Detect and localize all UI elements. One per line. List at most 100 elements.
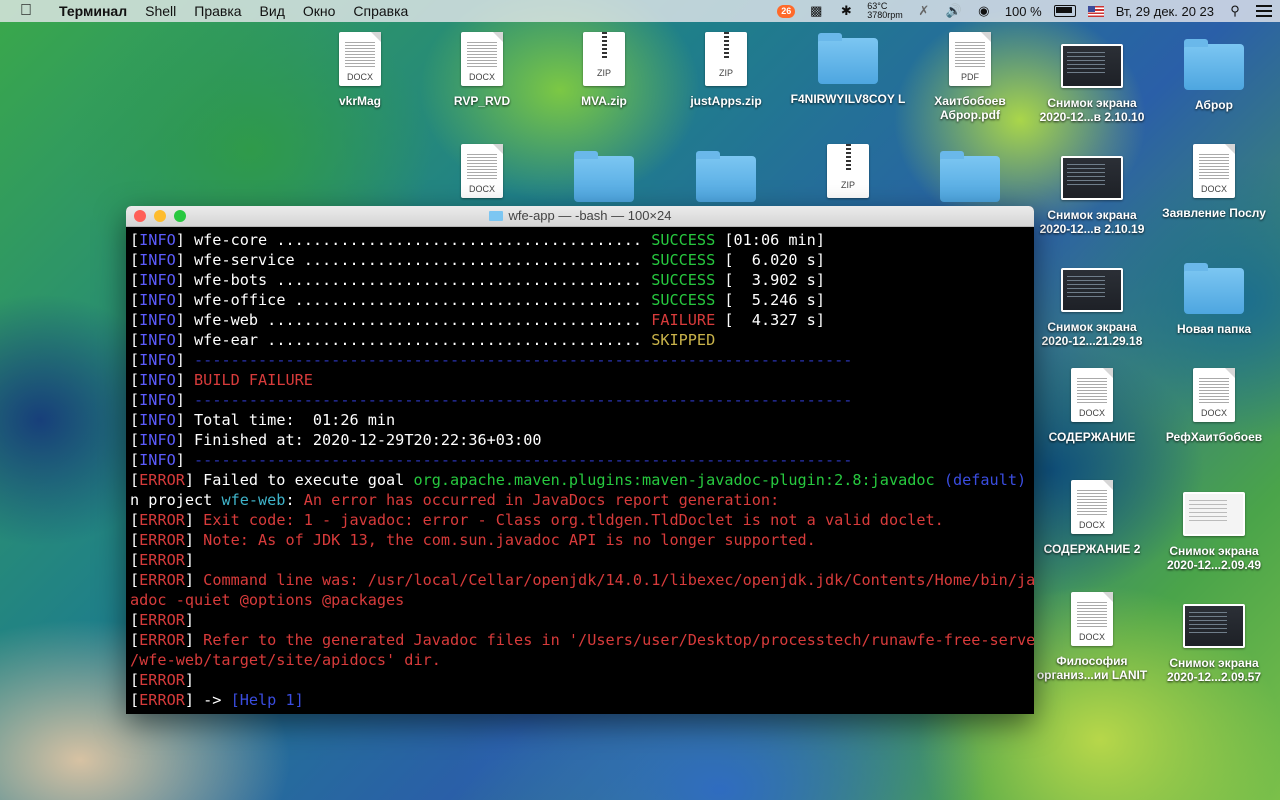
desktop-icon-file[interactable]: DOCX РефХаитбобоев (1154, 368, 1274, 444)
terminal-text-segment: SUCCESS (651, 231, 716, 249)
desktop-icon-folder[interactable] (910, 150, 1030, 210)
wifi-icon[interactable]: ◉ (975, 3, 993, 18)
message-icon[interactable]: ▩ (807, 3, 825, 18)
terminal-text-segment: INFO (139, 271, 176, 289)
minimize-window-button[interactable] (154, 210, 166, 222)
desktop-icon-file[interactable]: DOCX RVP_RVD (422, 32, 542, 108)
pdf-file-icon: PDF (949, 32, 991, 86)
desktop-icon-screenshot[interactable]: Снимок экрана 2020-12...2.09.49 (1154, 486, 1274, 572)
desktop-icon-file[interactable]: ZIP justApps.zip (666, 32, 786, 108)
terminal-text-segment: INFO (139, 391, 176, 409)
desktop-icon-folder[interactable]: Новая папка (1154, 262, 1274, 336)
terminal-window[interactable]: wfe-app — -bash — 100×24 [INFO] wfe-core… (126, 206, 1034, 714)
zoom-window-button[interactable] (174, 210, 186, 222)
desktop-icon-label: Философия организ...ии LANIT (1036, 654, 1148, 682)
desktop-icon-label: Снимок экрана 2020-12...2.09.57 (1166, 656, 1262, 684)
terminal-line: [ERROR] Refer to the generated Javadoc f… (130, 630, 1034, 650)
menu-view[interactable]: Вид (251, 0, 294, 22)
terminal-text-segment: ] -> (184, 691, 231, 709)
terminal-text-segment: Note: As of JDK 13, the com.sun.javadoc … (203, 531, 816, 549)
desktop-icon-screenshot[interactable]: Снимок экрана 2020-12...в 2.10.10 (1032, 38, 1152, 124)
apple-icon[interactable]:  (20, 3, 36, 19)
docx-file-icon: DOCX (1071, 368, 1113, 422)
desktop-icon-label: Снимок экрана 2020-12...в 2.10.10 (1039, 96, 1145, 124)
desktop-icon-file[interactable]: DOCX Философия организ...ии LANIT (1032, 592, 1152, 682)
terminal-text-segment: o (1026, 471, 1034, 489)
desktop-icon-screenshot[interactable]: Снимок экрана 2020-12...в 2.10.19 (1032, 150, 1152, 236)
terminal-text-segment: [Help 1] (230, 691, 304, 709)
terminal-title: wfe-app — -bash — 100×24 (508, 208, 672, 223)
desktop-icon-file[interactable]: DOCX СОДЕРЖАНИЕ (1032, 368, 1152, 444)
menu-terminal[interactable]: Терминал (50, 0, 136, 22)
terminal-text-segment: ] wfe-ear ..............................… (175, 331, 652, 349)
menubar-clock[interactable]: Вт, 29 дек. 20 23 (1116, 4, 1214, 19)
docx-file-icon: DOCX (461, 32, 503, 86)
terminal-text-segment: SUCCESS (651, 291, 716, 309)
notification-center-icon[interactable] (1256, 5, 1272, 17)
screenshot-thumbnail-icon (1061, 44, 1123, 88)
terminal-text-segment: ] wfe-web ..............................… (175, 311, 652, 329)
terminal-text-segment: [ (130, 331, 140, 349)
terminal-text-segment: [01:06 min] (715, 231, 825, 249)
terminal-text-segment: ] (175, 371, 195, 389)
terminal-line: [ERROR] Exit code: 1 - javadoc: error - … (130, 510, 1030, 530)
menu-edit[interactable]: Правка (185, 0, 250, 22)
spotlight-search-icon[interactable]: ⚲ (1226, 3, 1244, 18)
notification-badge[interactable]: 26 (777, 4, 796, 18)
temperature-readout[interactable]: 63°C 3780rpm (867, 2, 903, 20)
terminal-titlebar[interactable]: wfe-app — -bash — 100×24 (126, 206, 1034, 227)
desktop-icon-folder[interactable]: Аброр (1154, 38, 1274, 112)
desktop-icon-folder[interactable]: F4NIRWYILV8COY L (788, 32, 908, 106)
desktop-icon-label: vkrMag (338, 94, 382, 108)
terminal-output[interactable]: [INFO] wfe-core ........................… (126, 227, 1034, 710)
menu-window[interactable]: Окно (294, 0, 345, 22)
close-window-button[interactable] (134, 210, 146, 222)
screenshot-thumbnail-icon (1061, 156, 1123, 200)
terminal-text-segment: ] wfe-service ..........................… (175, 251, 652, 269)
desktop-icon-file[interactable]: ZIP (788, 144, 908, 206)
battery-icon[interactable] (1053, 5, 1076, 17)
desktop-icon-label: РефХаитбобоев (1165, 430, 1263, 444)
terminal-text-segment: [ (130, 631, 140, 649)
terminal-text-segment: ----------------------------------------… (194, 451, 853, 469)
terminal-line: /wfe-web/target/site/apidocs' dir. (130, 650, 1030, 670)
terminal-text-segment: ERROR (139, 631, 185, 649)
terminal-text-segment: adoc -quiet @options @packages (130, 591, 405, 609)
terminal-text-segment: INFO (139, 431, 176, 449)
terminal-text-segment: org.apache.maven.plugins:maven-javadoc-p… (413, 471, 935, 489)
terminal-text-segment: [ (130, 311, 140, 329)
desktop-icon-screenshot[interactable]: Снимок экрана 2020-12...2.09.57 (1154, 598, 1274, 684)
terminal-text-segment: ] Failed to execute goal (184, 471, 414, 489)
bluetooth-icon[interactable]: ✗ (915, 3, 933, 18)
desktop-icon-file[interactable]: DOCX СОДЕРЖАНИЕ 2 (1032, 480, 1152, 556)
terminal-text-segment: [ (130, 511, 140, 529)
desktop-icon-file[interactable]: DOCX (422, 144, 542, 206)
desktop-icon-file[interactable]: ZIP MVA.zip (544, 32, 664, 108)
desktop-icon-screenshot[interactable]: Снимок экрана 2020-12...21.29.18 (1032, 262, 1152, 348)
fan-speed-value: 3780rpm (867, 10, 903, 20)
terminal-text-segment: INFO (139, 251, 176, 269)
input-source-flag-icon[interactable] (1087, 5, 1104, 17)
desktop-icon-folder[interactable] (666, 150, 786, 210)
terminal-text-segment: ERROR (139, 531, 185, 549)
volume-icon[interactable]: 🔊 (945, 3, 963, 18)
terminal-text-segment: [ (130, 471, 140, 489)
fan-icon[interactable]: ✱ (837, 3, 855, 18)
zip-file-icon: ZIP (583, 32, 625, 86)
menu-help[interactable]: Справка (344, 0, 417, 22)
terminal-text-segment: [ (130, 291, 140, 309)
terminal-text-segment: [ 3.902 s] (715, 271, 825, 289)
desktop-icon-folder[interactable] (544, 150, 664, 210)
terminal-text-segment: [ (130, 571, 140, 589)
desktop-icon-file[interactable]: PDF Хаитбобоев Аброр.pdf (910, 32, 1030, 122)
battery-percent[interactable]: 100 % (1005, 4, 1042, 19)
desktop-icon-file[interactable]: DOCX vkrMag (300, 32, 420, 108)
desktop-icon-file[interactable]: DOCX Заявление Послу (1154, 144, 1274, 220)
terminal-line: [INFO] wfe-office ......................… (130, 290, 1030, 310)
terminal-line: [INFO] wfe-web .........................… (130, 310, 1030, 330)
terminal-text-segment: [ (130, 551, 140, 569)
terminal-text-segment: ERROR (139, 691, 185, 709)
menu-shell[interactable]: Shell (136, 0, 185, 22)
terminal-text-segment: FAILURE (651, 311, 716, 329)
